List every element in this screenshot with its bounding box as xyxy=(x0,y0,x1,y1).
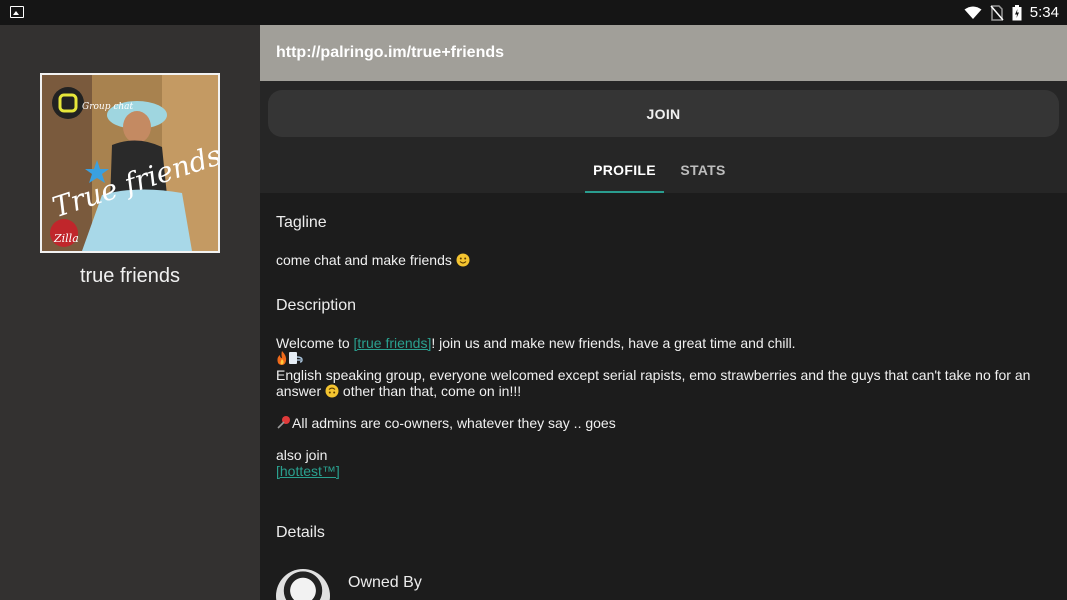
join-button[interactable]: JOIN xyxy=(268,90,1059,137)
description-heading: Description xyxy=(276,297,357,314)
owned-by-label: Owned By xyxy=(348,574,422,591)
description-text: ! join us and make new friends, have a g… xyxy=(431,335,796,351)
description-line-1: Welcome to [true friends]! join us and m… xyxy=(276,335,1046,351)
upside-down-face-emoji-icon xyxy=(325,384,339,401)
tagline-text: come chat and make friends xyxy=(276,252,1046,270)
description-line-3: English speaking group, everyone welcome… xyxy=(276,367,1031,383)
hottest-link[interactable]: [hottest™] xyxy=(276,463,340,479)
description-text: answer xyxy=(276,383,326,399)
tagline-heading: Tagline xyxy=(276,214,327,231)
tab-stats[interactable]: STATS xyxy=(668,147,738,193)
details-heading: Details xyxy=(276,524,325,541)
group-name: true friends xyxy=(79,265,181,287)
battery-charging-icon xyxy=(1012,4,1022,20)
group-profile-main: http://palringo.im/true+friends JOIN PRO… xyxy=(260,25,1067,600)
wifi-icon xyxy=(964,6,982,19)
group-sidebar: Group chat True friends Zilla true frien… xyxy=(0,25,260,600)
pushpin-emoji-icon xyxy=(276,415,292,433)
gallery-notification-icon xyxy=(10,6,24,18)
status-bar: 5:34 xyxy=(0,0,1067,25)
description-line-7: [hottest™] xyxy=(276,463,1046,479)
tagline-value: come chat and make friends xyxy=(276,252,452,268)
description-line-6: also join xyxy=(276,447,328,463)
description-text: other than that, come on in!!! xyxy=(339,383,522,399)
url-bar[interactable]: http://palringo.im/true+friends xyxy=(260,25,1067,81)
description-line-5: All admins are co-owners, whatever they … xyxy=(276,415,1046,433)
group-avatar[interactable]: Group chat True friends Zilla xyxy=(40,73,220,253)
tab-stats-label: STATS xyxy=(680,162,726,178)
tab-profile-label: PROFILE xyxy=(593,162,656,178)
tab-active-indicator xyxy=(585,191,664,193)
avatar-text-group-chat: Group chat xyxy=(82,102,134,112)
description-text: All admins are co-owners, whatever they … xyxy=(292,415,616,431)
action-area: JOIN PROFILE STATS xyxy=(260,81,1067,193)
description-line-4: answer other than that, come on in!!! xyxy=(276,383,1046,401)
tab-bar: PROFILE STATS xyxy=(260,147,1067,193)
no-sim-icon xyxy=(990,4,1004,21)
group-avatar-art: Group chat True friends Zilla xyxy=(42,75,218,251)
avatar-text-zilla: Zilla xyxy=(53,232,79,245)
owner-avatar[interactable] xyxy=(276,569,330,600)
true-friends-link[interactable]: [true friends] xyxy=(354,335,432,351)
tab-profile[interactable]: PROFILE xyxy=(585,147,664,193)
clock: 5:34 xyxy=(1029,4,1059,21)
smiley-emoji-icon xyxy=(456,253,470,270)
description-text: Welcome to xyxy=(276,335,354,351)
